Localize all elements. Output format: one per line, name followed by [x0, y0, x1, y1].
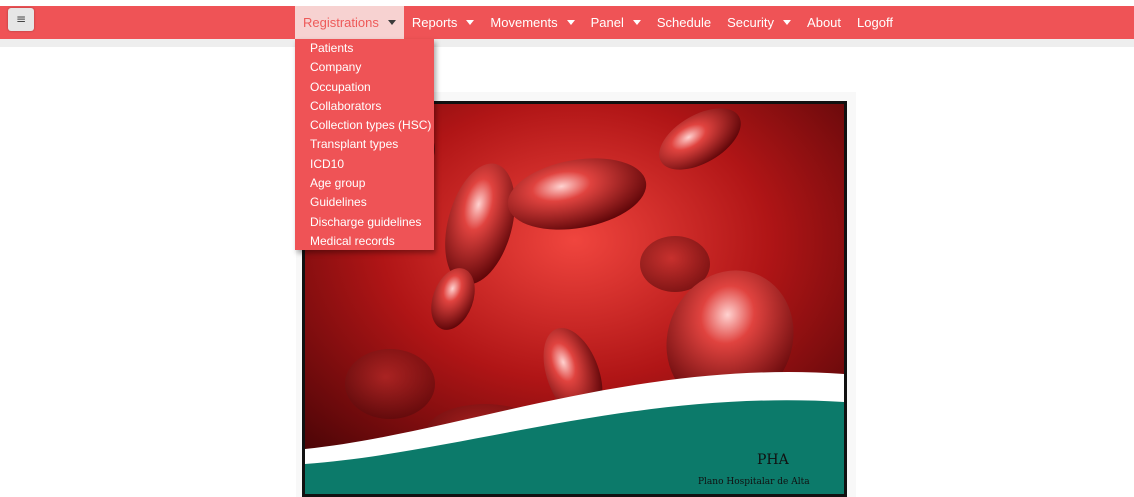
dropdown-item-transplant-types[interactable]: Transplant types: [295, 135, 434, 154]
banner-fullname: Plano Hospitalar de Alta: [698, 477, 810, 487]
menu-registrations-label: Registrations: [303, 15, 379, 30]
dropdown-item-occupation[interactable]: Occupation: [295, 78, 434, 97]
sidebar-toggle-button[interactable]: ≡: [8, 8, 34, 31]
caret-down-icon: [466, 20, 475, 25]
dropdown-item-guidelines[interactable]: Guidelines: [295, 193, 434, 212]
menu-registrations[interactable]: Registrations: [295, 6, 404, 39]
menu-panel[interactable]: Panel: [583, 6, 649, 39]
caret-down-icon: [632, 20, 641, 25]
menu-schedule[interactable]: Schedule: [649, 6, 719, 39]
hamburger-icon: ≡: [15, 12, 27, 26]
menu-about-label: About: [807, 15, 842, 30]
navbar-shadow: [0, 39, 1134, 47]
menu-reports[interactable]: Reports: [404, 6, 483, 39]
menu-reports-label: Reports: [411, 15, 458, 30]
menu-about[interactable]: About: [799, 6, 849, 39]
menu-movements-label: Movements: [490, 15, 558, 30]
dropdown-item-collaborators[interactable]: Collaborators: [295, 97, 434, 116]
menu-security[interactable]: Security: [719, 6, 799, 39]
menu-logoff[interactable]: Logoff: [849, 6, 901, 39]
dropdown-item-age-group[interactable]: Age group: [295, 174, 434, 193]
caret-down-icon: [783, 20, 792, 25]
dropdown-item-icd10[interactable]: ICD10: [295, 155, 434, 174]
banner-abbreviation: PHA: [757, 452, 790, 468]
dropdown-item-medical-records[interactable]: Medical records: [295, 232, 434, 251]
menu-logoff-label: Logoff: [857, 15, 893, 30]
dropdown-item-collection-types[interactable]: Collection types (HSC): [295, 116, 434, 135]
caret-down-icon: [566, 20, 575, 25]
registrations-dropdown-menu: Patients Company Occupation Collaborator…: [295, 39, 434, 250]
dropdown-item-patients[interactable]: Patients: [295, 39, 434, 58]
caret-down-icon: [387, 20, 396, 25]
main-menu: Registrations Reports Movements Panel Sc…: [295, 6, 901, 39]
dropdown-item-discharge-guidelines[interactable]: Discharge guidelines: [295, 213, 434, 232]
menu-panel-label: Panel: [590, 15, 624, 30]
menu-movements[interactable]: Movements: [482, 6, 582, 39]
menu-schedule-label: Schedule: [656, 15, 712, 30]
dropdown-item-company[interactable]: Company: [295, 58, 434, 77]
menu-security-label: Security: [727, 15, 775, 30]
